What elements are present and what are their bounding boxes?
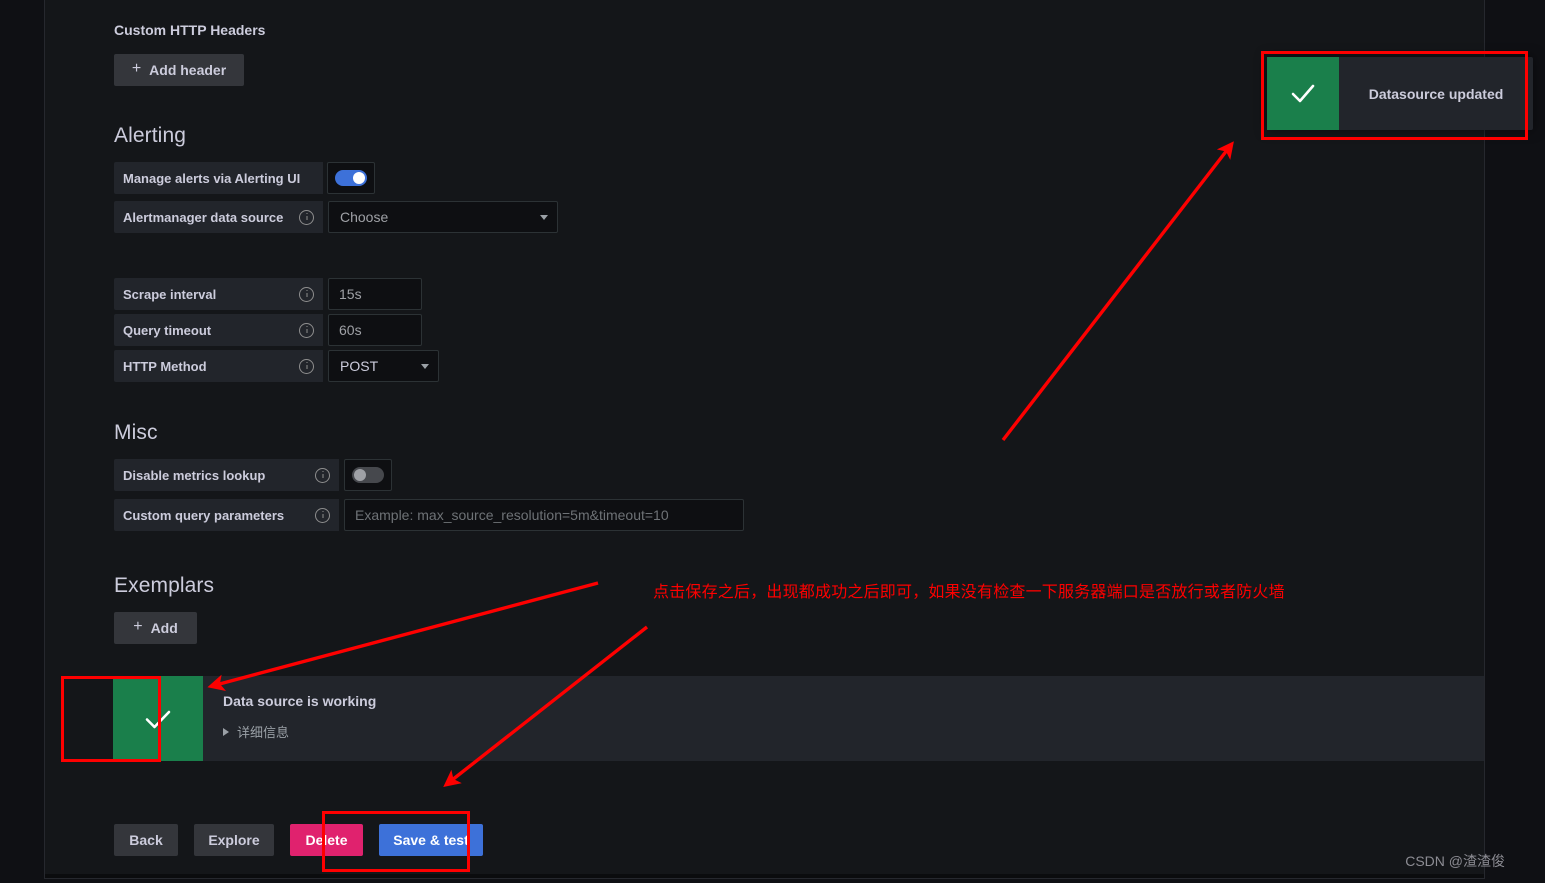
- scrape-interval-label-box: Scrape interval: [114, 278, 323, 310]
- custom-query-parameters-row: Custom query parameters: [114, 499, 744, 531]
- watermark: CSDN @渣渣俊: [1405, 853, 1505, 869]
- disable-metrics-lookup-toggle[interactable]: [344, 459, 392, 491]
- info-icon[interactable]: [299, 322, 314, 338]
- datasource-status-banner: Data source is working 详细信息: [113, 676, 1484, 761]
- query-timeout-input[interactable]: [328, 314, 422, 346]
- disable-metrics-lookup-toggle-track: [352, 467, 384, 483]
- settings-content: Custom HTTP Headers + Add header Alertin…: [45, 0, 1484, 878]
- toast-success-icon-block: [1267, 57, 1339, 130]
- check-icon: [1291, 84, 1315, 103]
- http-method-label-box: HTTP Method: [114, 350, 323, 382]
- status-banner-body: Data source is working 详细信息: [203, 676, 376, 761]
- scrape-interval-label: Scrape interval: [123, 286, 217, 302]
- manage-alerts-label-box: Manage alerts via Alerting UI: [114, 162, 323, 194]
- plus-icon: +: [131, 60, 142, 77]
- alertmanager-label: Alertmanager data source: [123, 209, 284, 225]
- http-method-row: HTTP Method POST: [114, 350, 439, 382]
- toast-notification[interactable]: Datasource updated: [1267, 57, 1533, 130]
- scrape-interval-row: Scrape interval: [114, 278, 422, 310]
- manage-alerts-toggle-track: [335, 170, 367, 186]
- custom-query-parameters-input[interactable]: [344, 499, 744, 531]
- add-exemplar-button[interactable]: + Add: [114, 612, 197, 644]
- custom-query-parameters-label-box: Custom query parameters: [114, 499, 339, 531]
- exemplars-section-title: Exemplars: [114, 574, 215, 597]
- custom-query-parameters-label: Custom query parameters: [123, 507, 285, 523]
- alertmanager-select[interactable]: Choose: [328, 201, 558, 233]
- status-banner-title: Data source is working: [223, 693, 377, 709]
- status-banner-details-toggle[interactable]: 详细信息: [223, 722, 376, 741]
- http-method-select-value: POST: [340, 358, 379, 374]
- add-exemplar-label: Add: [150, 620, 178, 636]
- disable-metrics-lookup-label: Disable metrics lookup: [123, 467, 266, 483]
- disable-metrics-lookup-label-box: Disable metrics lookup: [114, 459, 339, 491]
- disable-metrics-lookup-toggle-knob: [354, 469, 366, 481]
- query-timeout-row: Query timeout: [114, 314, 422, 346]
- info-icon[interactable]: [315, 507, 330, 523]
- toast-message: Datasource updated: [1368, 85, 1504, 102]
- disable-metrics-lookup-row: Disable metrics lookup: [114, 459, 392, 491]
- manage-alerts-row: Manage alerts via Alerting UI: [114, 162, 375, 194]
- back-button[interactable]: Back: [114, 824, 178, 856]
- delete-button[interactable]: Delete: [290, 824, 363, 856]
- info-icon[interactable]: [299, 209, 314, 225]
- chevron-down-icon: [421, 363, 429, 369]
- save-and-test-button[interactable]: Save & test: [379, 824, 483, 856]
- chevron-down-icon: [540, 214, 548, 220]
- http-method-select[interactable]: POST: [328, 350, 439, 382]
- save-and-test-button-label: Save & test: [393, 832, 469, 848]
- misc-section-title: Misc: [114, 421, 158, 444]
- info-icon[interactable]: [315, 467, 330, 483]
- alertmanager-row: Alertmanager data source Choose: [114, 201, 558, 233]
- manage-alerts-toggle[interactable]: [327, 162, 375, 194]
- explore-button[interactable]: Explore: [194, 824, 274, 856]
- manage-alerts-toggle-knob: [353, 172, 365, 184]
- back-button-label: Back: [129, 832, 163, 848]
- http-method-label: HTTP Method: [123, 358, 207, 374]
- datasource-settings-page: Custom HTTP Headers + Add header Alertin…: [44, 0, 1485, 879]
- alerting-section-title: Alerting: [114, 124, 187, 147]
- explore-button-label: Explore: [208, 832, 260, 848]
- chevron-right-icon: [223, 727, 229, 736]
- check-icon: [145, 710, 171, 728]
- custom-http-headers-title: Custom HTTP Headers: [114, 22, 266, 38]
- query-timeout-label-box: Query timeout: [114, 314, 323, 346]
- alertmanager-label-box: Alertmanager data source: [114, 201, 323, 233]
- status-success-icon-block: [113, 676, 203, 761]
- status-banner-details-label: 详细信息: [237, 725, 290, 740]
- plus-icon: +: [133, 618, 143, 635]
- manage-alerts-label: Manage alerts via Alerting UI: [123, 170, 301, 186]
- info-icon[interactable]: [299, 358, 314, 374]
- add-header-button[interactable]: + Add header: [114, 54, 244, 86]
- query-timeout-label: Query timeout: [123, 322, 212, 338]
- add-header-label: Add header: [149, 62, 227, 78]
- alertmanager-select-value: Choose: [340, 209, 389, 225]
- info-icon[interactable]: [299, 286, 314, 302]
- scrape-interval-input[interactable]: [328, 278, 422, 310]
- delete-button-label: Delete: [305, 832, 348, 848]
- app-root: Custom HTTP Headers + Add header Alertin…: [0, 0, 1545, 883]
- annotation-note-text: 点击保存之后，出现都成功之后即可，如果没有检查一下服务器端口是否放行或者防火墙: [653, 584, 1285, 601]
